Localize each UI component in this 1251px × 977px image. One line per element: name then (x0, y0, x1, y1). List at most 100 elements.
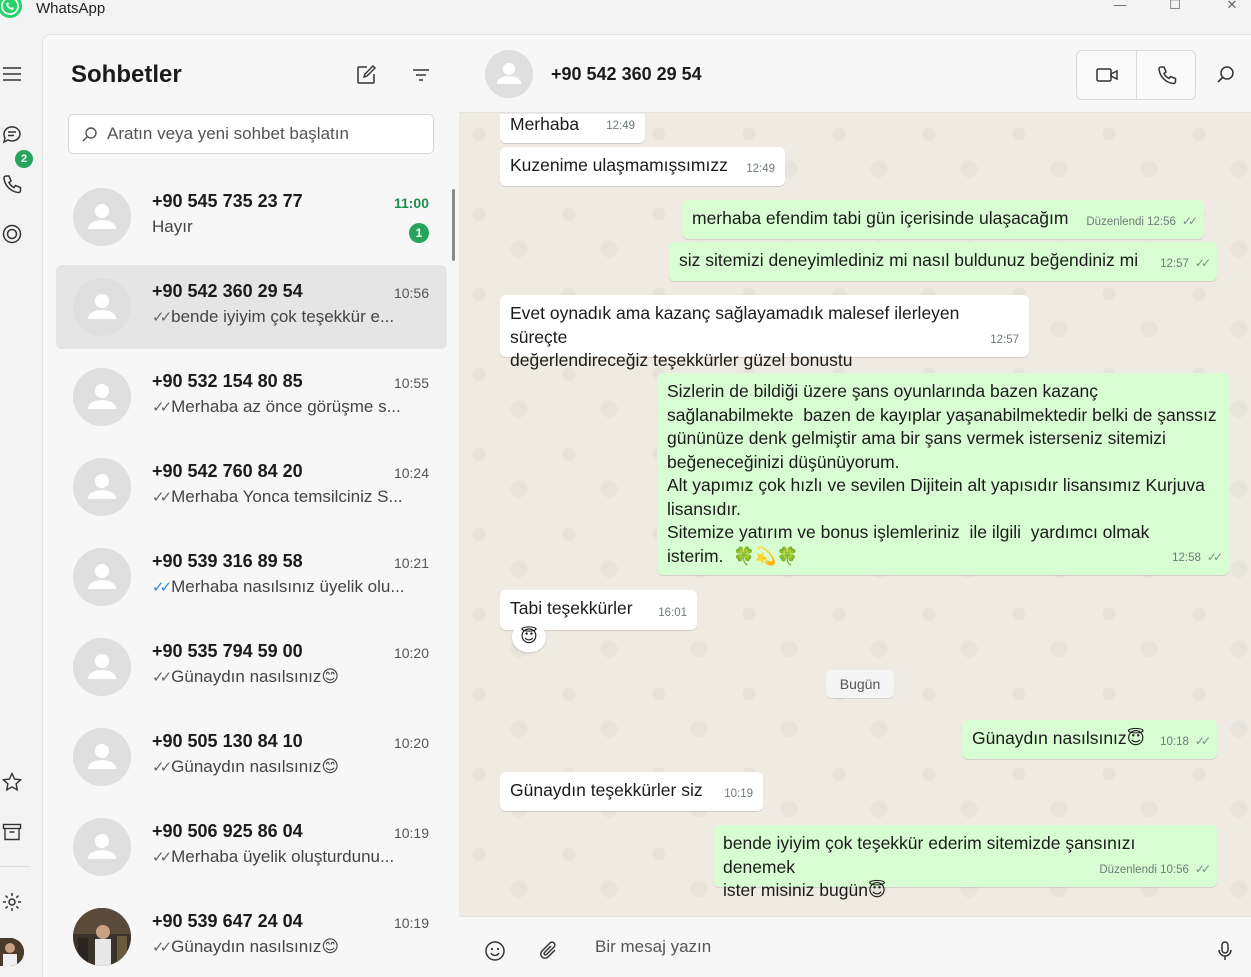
read-receipt-icon: ✓✓ (1194, 255, 1211, 270)
message-meta: 16:01 (658, 602, 687, 626)
incoming-message[interactable]: Günaydın teşekkürler siz 10:19 (500, 772, 763, 811)
message-meta: 12:49 (746, 158, 775, 182)
message-text: Sizlerin de bildiği üzere şans oyunların… (667, 381, 1217, 566)
archive-icon[interactable] (0, 820, 24, 844)
date-separator: Bugün (826, 670, 894, 698)
message-meta: Düzenlendi 12:56 ✓✓ (1086, 210, 1198, 235)
chat-name: +90 545 735 23 77 (152, 191, 303, 211)
outgoing-message[interactable]: Günaydın nasılsınız😇 10:18 ✓✓ (962, 720, 1217, 759)
chat-preview-text: Günaydın nasılsınız😊 (171, 937, 340, 956)
incoming-message[interactable]: Merhaba 12:49 (500, 114, 645, 143)
chat-list-item[interactable]: +90 539 647 24 04 10:19 ✓✓ Günaydın nasılsı… (56, 895, 447, 977)
chat-list-item[interactable]: +90 535 794 59 00 10:20 ✓✓ Günaydın nasılsı… (56, 625, 447, 709)
search-input[interactable] (107, 115, 427, 153)
chat-list-scrollbar[interactable] (452, 189, 455, 261)
outgoing-message[interactable]: merhaba efendim tabi gün içerisinde ulaş… (682, 200, 1204, 239)
status-icon[interactable] (0, 222, 24, 246)
chat-time: 10:19 (393, 915, 429, 931)
read-receipt-icon: ✓✓ (1206, 549, 1223, 564)
chat-avatar (73, 458, 131, 516)
chat-time: 10:24 (393, 465, 429, 481)
chat-name: +90 539 316 89 58 (152, 551, 303, 571)
chat-preview: ✓✓ Günaydın nasılsınız😊 (152, 667, 412, 687)
chat-avatar (73, 818, 131, 876)
video-call-button[interactable] (1077, 51, 1136, 99)
gear-icon[interactable] (0, 890, 24, 914)
chat-avatar (73, 908, 131, 966)
menu-icon[interactable] (0, 62, 24, 86)
chat-preview-text: Hayır (152, 217, 193, 236)
chat-time: 10:20 (393, 735, 429, 751)
message-meta: 12:58 ✓✓ (1172, 546, 1223, 571)
message-input[interactable] (583, 925, 1183, 969)
search-box (68, 114, 434, 154)
incoming-message[interactable]: Kuzenime ulaşmamışsımızz 12:49 (500, 147, 785, 186)
conversation-header: +90 542 360 29 54 (459, 35, 1251, 113)
message-time: Düzenlendi 12:56 (1086, 215, 1176, 228)
chat-name: +90 535 794 59 00 (152, 641, 303, 661)
message-meta: 12:49 (606, 115, 635, 139)
message-meta: 12:57 (990, 329, 1019, 353)
read-receipt-icon: ✓✓ (152, 759, 172, 776)
message-time: Düzenlendi 10:56 (1099, 863, 1189, 876)
emoji-icon[interactable] (483, 939, 507, 963)
minimize-button[interactable]: — (1110, 0, 1130, 14)
message-reaction[interactable]: 😇 (512, 622, 546, 652)
conversation-search-icon[interactable] (1215, 64, 1237, 86)
chat-preview: ✓✓ bende iyiyim çok teşekkür e... (152, 307, 412, 327)
chat-name: +90 542 360 29 54 (152, 281, 303, 301)
contact-name[interactable]: +90 542 360 29 54 (551, 64, 702, 85)
chat-list-item[interactable]: +90 542 760 84 20 10:24 ✓✓ Merhaba Yonca te… (56, 445, 447, 529)
message-time: 12:49 (746, 162, 775, 175)
chat-avatar (73, 368, 131, 426)
read-receipt-icon: ✓✓ (152, 309, 172, 326)
message-time: 12:57 (990, 333, 1019, 346)
chat-list-item[interactable]: +90 542 360 29 54 10:56 ✓✓ bende iyiyim çok… (56, 265, 447, 349)
chat-list-item[interactable]: +90 545 735 23 77 11:00 Hayır 1 (56, 175, 447, 259)
message-text: Evet oynadık ama kazanç sağlayamadık mal… (510, 303, 960, 370)
message-time: 12:58 (1172, 551, 1201, 564)
calls-icon[interactable] (0, 172, 24, 196)
message-time: 12:57 (1160, 257, 1189, 270)
incoming-message[interactable]: Evet oynadık ama kazanç sağlayamadık mal… (500, 295, 1029, 370)
read-receipt-icon: ✓✓ (152, 849, 172, 866)
call-buttons-group (1076, 50, 1196, 100)
read-receipt-icon: ✓✓ (152, 579, 172, 596)
new-chat-button[interactable] (354, 63, 378, 87)
outgoing-message[interactable]: bende iyiyim çok teşekkür ederim sitemiz… (713, 825, 1217, 900)
chat-name: +90 505 130 84 10 (152, 731, 303, 751)
chat-avatar (73, 278, 131, 336)
chat-list-panel: Sohbetler +90 545 735 23 7711:00Hayır1+9… (42, 34, 459, 977)
outgoing-message[interactable]: Sizlerin de bildiği üzere şans oyunların… (657, 373, 1229, 575)
chats-icon[interactable] (0, 122, 24, 146)
attach-icon[interactable] (537, 939, 561, 963)
contact-avatar[interactable] (485, 50, 533, 98)
chat-preview: ✓✓ Merhaba Yonca temsilciniz S... (152, 487, 412, 507)
chat-time: 10:21 (393, 555, 429, 571)
microphone-icon[interactable] (1213, 939, 1237, 963)
message-time: 10:19 (724, 787, 753, 800)
filter-button[interactable] (409, 63, 433, 87)
star-icon[interactable] (0, 770, 24, 794)
message-time: 12:49 (606, 119, 635, 132)
message-area[interactable]: Merhaba 12:49 Kuzenime ulaşmamışsımızz 12:4… (459, 114, 1251, 916)
outgoing-message[interactable]: siz sitemizi deneyimlediniz mi nasıl bul… (669, 242, 1217, 281)
profile-avatar[interactable] (0, 938, 24, 966)
read-receipt-icon: ✓✓ (152, 489, 172, 506)
read-receipt-icon: ✓✓ (1194, 861, 1211, 876)
chat-list-item[interactable]: +90 532 154 80 85 10:55 ✓✓ Merhaba az önce … (56, 355, 447, 439)
chats-unread-badge: 2 (15, 150, 33, 168)
chat-preview: ✓✓ Günaydın nasılsınız😊 (152, 757, 412, 777)
message-text: Günaydın teşekkürler siz (510, 780, 703, 800)
chat-list-title: Sohbetler (71, 61, 182, 88)
chat-list-item[interactable]: +90 506 925 86 04 10:19 ✓✓ Merhaba üyelik o… (56, 805, 447, 889)
voice-call-button[interactable] (1137, 51, 1196, 99)
whatsapp-logo-icon (0, 0, 24, 20)
chat-list-item[interactable]: +90 539 316 89 58 10:21 ✓✓ Merhaba nasılsın… (56, 535, 447, 619)
maximize-button[interactable]: ☐ (1165, 0, 1185, 14)
chat-avatar (73, 728, 131, 786)
close-button[interactable]: ✕ (1222, 0, 1242, 14)
chat-list-item[interactable]: +90 505 130 84 10 10:20 ✓✓ Günaydın nasılsı… (56, 715, 447, 799)
navigation-rail: 2 (0, 34, 42, 977)
message-time: 10:18 (1160, 735, 1189, 748)
